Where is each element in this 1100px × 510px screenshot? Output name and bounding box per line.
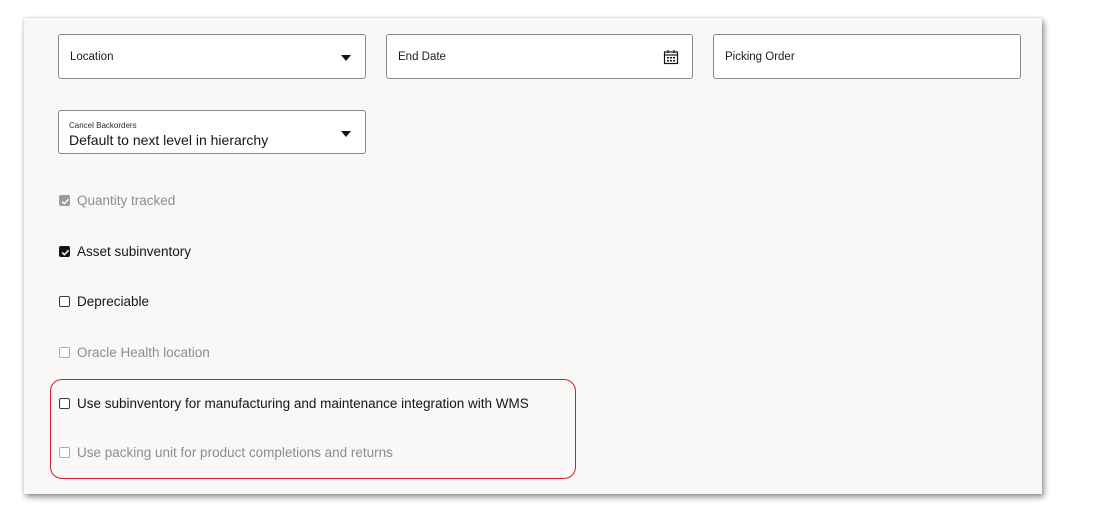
calendar-icon[interactable] <box>663 35 679 79</box>
cancel-backorders-label: Cancel Backorders <box>69 121 137 130</box>
location-select[interactable]: Location <box>58 34 366 79</box>
depreciable-checkbox[interactable]: Depreciable <box>59 294 149 309</box>
quantity-tracked-label: Quantity tracked <box>77 193 176 208</box>
quantity-tracked-checkbox: Quantity tracked <box>59 193 175 208</box>
location-label: Location <box>70 51 114 63</box>
chevron-down-icon[interactable] <box>341 111 351 155</box>
chevron-down-icon[interactable] <box>341 35 351 79</box>
picking-order-input[interactable]: Picking Order <box>713 34 1021 79</box>
picking-order-label: Picking Order <box>725 51 795 63</box>
oracle-health-location-checkbox: Oracle Health location <box>59 345 210 360</box>
checkbox-empty-icon[interactable] <box>59 296 70 307</box>
end-date-label: End Date <box>398 51 446 63</box>
end-date-input[interactable]: End Date <box>386 34 693 79</box>
checkbox-empty-icon <box>59 347 70 358</box>
cancel-backorders-value: Default to next level in hierarchy <box>69 132 269 148</box>
asset-subinventory-label: Asset subinventory <box>77 244 192 259</box>
oracle-health-location-label: Oracle Health location <box>77 345 210 360</box>
cancel-backorders-select[interactable]: Cancel Backorders Default to next level … <box>58 110 366 154</box>
depreciable-label: Depreciable <box>77 294 150 309</box>
checkmark-icon[interactable] <box>59 246 70 257</box>
highlight-annotation <box>50 379 576 479</box>
checkmark-icon <box>59 195 70 206</box>
asset-subinventory-checkbox[interactable]: Asset subinventory <box>59 244 191 259</box>
